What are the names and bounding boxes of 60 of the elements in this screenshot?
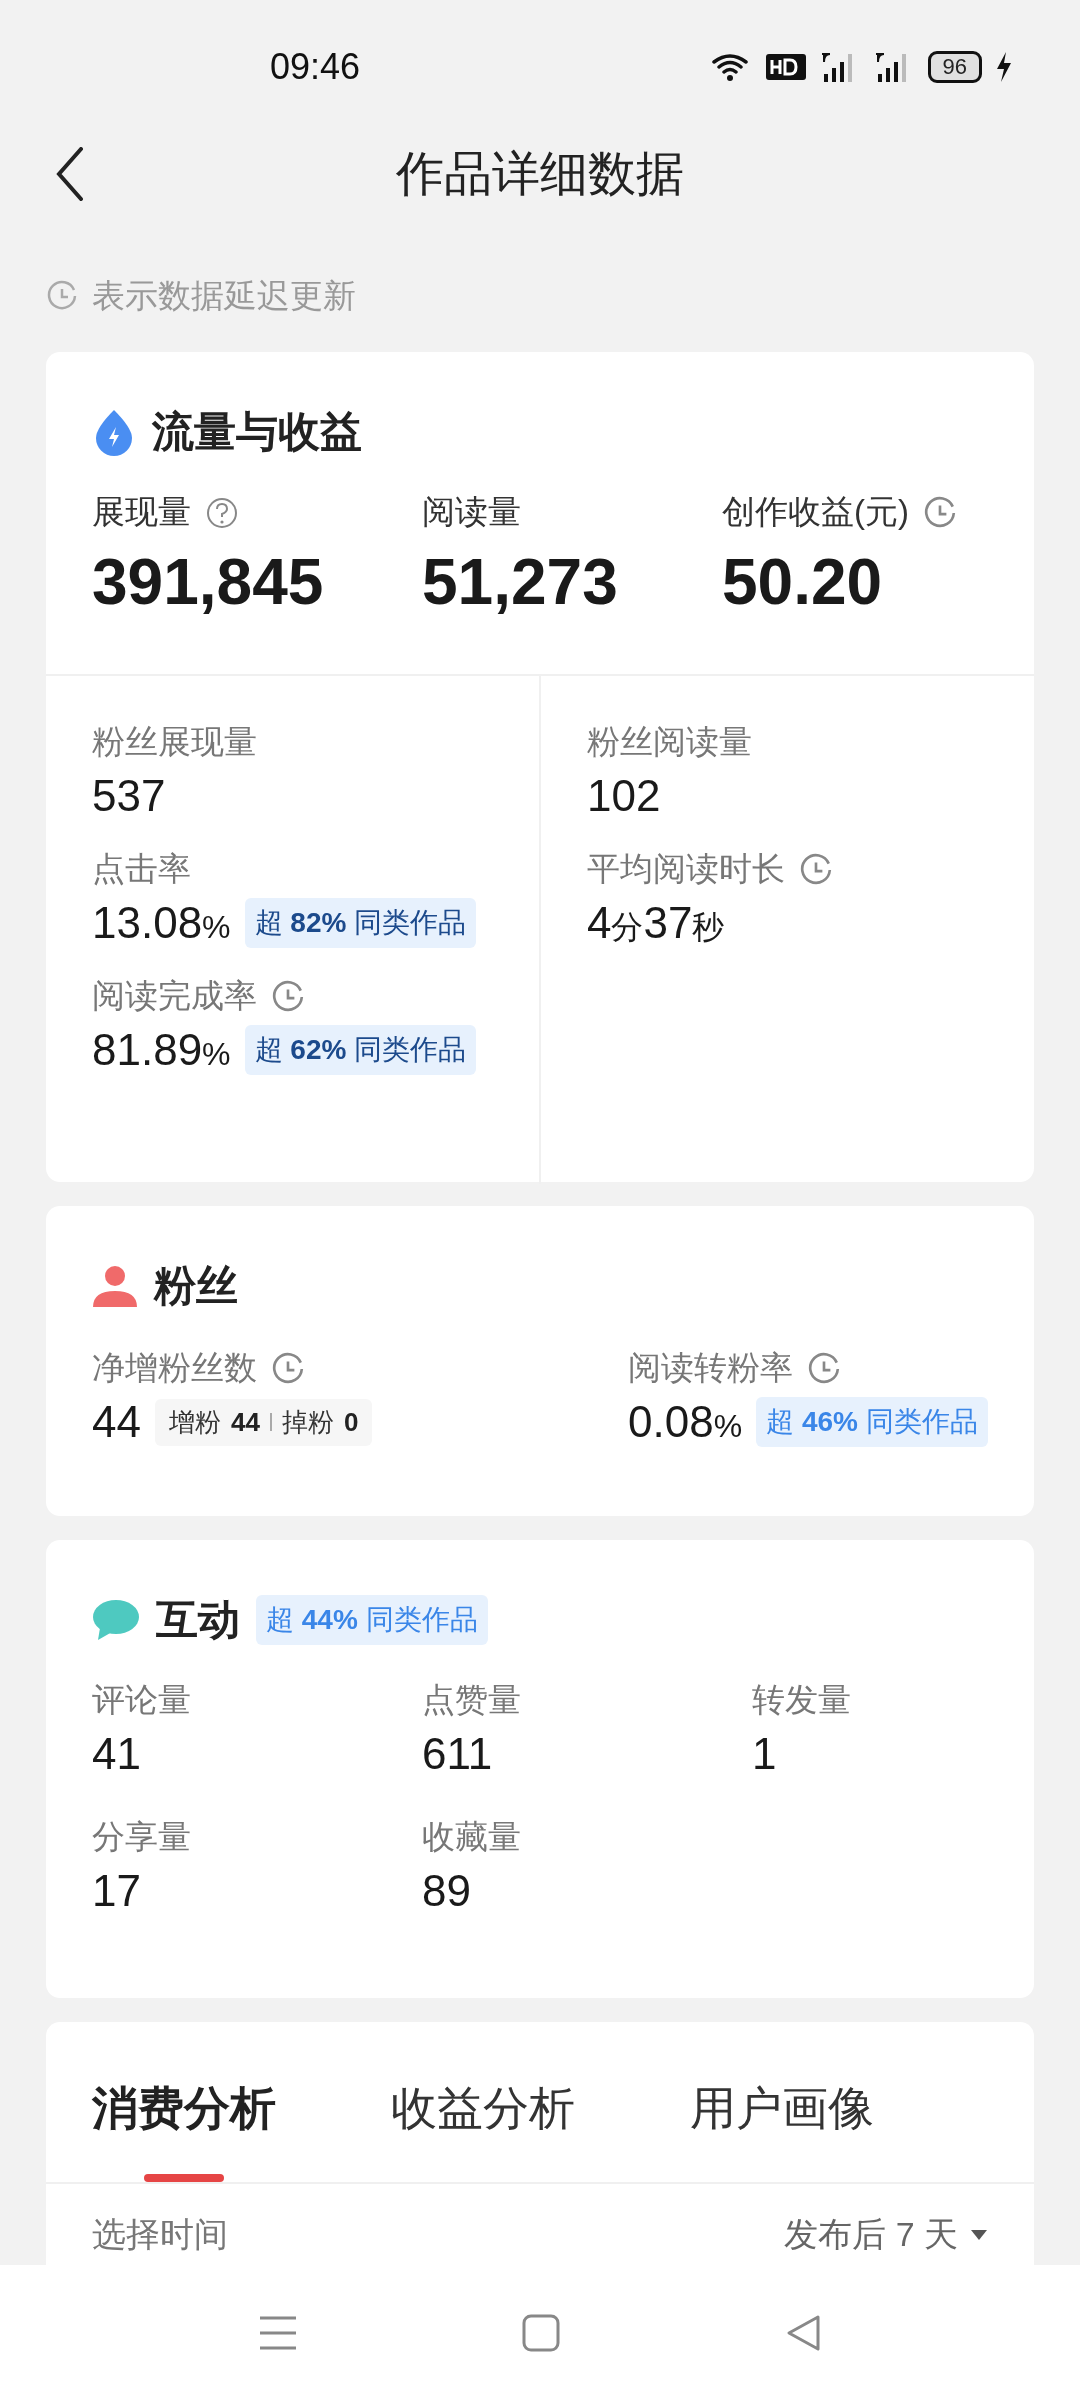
metric-value: 611 bbox=[422, 1729, 494, 1779]
comparison-badge: 超 82% 同类作品 bbox=[244, 898, 477, 948]
analysis-tab[interactable]: 消费分析 bbox=[92, 2022, 276, 2182]
caret-icon bbox=[970, 2229, 988, 2241]
person-icon bbox=[92, 1263, 138, 1309]
back-icon[interactable] bbox=[56, 147, 84, 201]
hd-icon bbox=[765, 52, 806, 82]
metric-value: 13.08% bbox=[92, 898, 231, 948]
help-icon[interactable] bbox=[205, 495, 239, 530]
metric-label: 粉丝阅读量 bbox=[587, 722, 752, 762]
metric-label: 阅读完成率 bbox=[92, 976, 257, 1016]
metric-label: 阅读转粉率 bbox=[628, 1348, 793, 1388]
breakdown-value: 44 bbox=[230, 1406, 260, 1438]
metric-value: 4分37秒 bbox=[587, 898, 725, 949]
metric-label: 阅读量 bbox=[422, 492, 521, 532]
metric-value: 41 bbox=[92, 1729, 142, 1779]
menu-icon[interactable] bbox=[259, 2314, 297, 2351]
metric-label: 展现量 bbox=[92, 492, 191, 532]
section-title: 互动 bbox=[156, 1595, 240, 1645]
metric-value: 89 bbox=[422, 1866, 472, 1916]
metric-label: 创作收益(元) bbox=[722, 492, 909, 532]
time-range-dropdown[interactable]: 发布后 7 天 bbox=[784, 2212, 988, 2258]
speech-bubble-icon bbox=[92, 1598, 140, 1642]
metric-label: 收藏量 bbox=[422, 1817, 522, 1857]
metric-label: 净增粉丝数 bbox=[92, 1348, 257, 1388]
filter-label: 选择时间 bbox=[92, 2214, 228, 2255]
metric-value: 0.08% bbox=[628, 1397, 743, 1447]
breakdown-label: 增粉 bbox=[168, 1405, 221, 1439]
metric-value: 44 bbox=[92, 1397, 141, 1447]
breakdown-value: 0 bbox=[343, 1406, 359, 1438]
comparison-badge: 超 46% 同类作品 bbox=[756, 1397, 988, 1447]
home-icon[interactable] bbox=[522, 2313, 560, 2352]
metric-label: 点击率 bbox=[92, 849, 191, 889]
metric-value: 391,845 bbox=[92, 545, 325, 619]
page-title: 作品详细数据 bbox=[396, 146, 684, 202]
breakdown-label: 掉粉 bbox=[281, 1405, 334, 1439]
metric-label: 评论量 bbox=[92, 1680, 192, 1720]
metric-value: 17 bbox=[92, 1866, 142, 1916]
comparison-badge: 超 62% 同类作品 bbox=[244, 1025, 477, 1075]
status-time: 09:46 bbox=[270, 46, 361, 88]
analysis-tab[interactable]: 用户画像 bbox=[690, 2022, 874, 2182]
metric-label: 平均阅读时长 bbox=[587, 849, 785, 889]
metric-value: 1 bbox=[752, 1729, 778, 1779]
metric-value: 51,273 bbox=[422, 545, 619, 619]
comparison-badge: 超 44% 同类作品 bbox=[256, 1595, 488, 1645]
analysis-tab[interactable]: 收益分析 bbox=[391, 2022, 575, 2182]
metric-value: 537 bbox=[92, 771, 166, 821]
metric-label: 分享量 bbox=[92, 1817, 192, 1857]
battery-indicator: 96 bbox=[927, 51, 982, 83]
charging-icon bbox=[996, 52, 1012, 82]
metric-value: 50.20 bbox=[722, 545, 884, 619]
delay-notice: 表示数据延迟更新 bbox=[92, 275, 356, 316]
clock-icon bbox=[46, 280, 78, 312]
metric-value: 81.89% bbox=[92, 1025, 231, 1075]
section-title: 粉丝 bbox=[154, 1261, 238, 1311]
metric-label: 转发量 bbox=[752, 1680, 852, 1720]
metric-label: 粉丝展现量 bbox=[92, 722, 257, 762]
section-title: 流量与收益 bbox=[152, 407, 362, 457]
metric-label: 点赞量 bbox=[422, 1680, 522, 1720]
metric-value: 102 bbox=[587, 771, 661, 821]
